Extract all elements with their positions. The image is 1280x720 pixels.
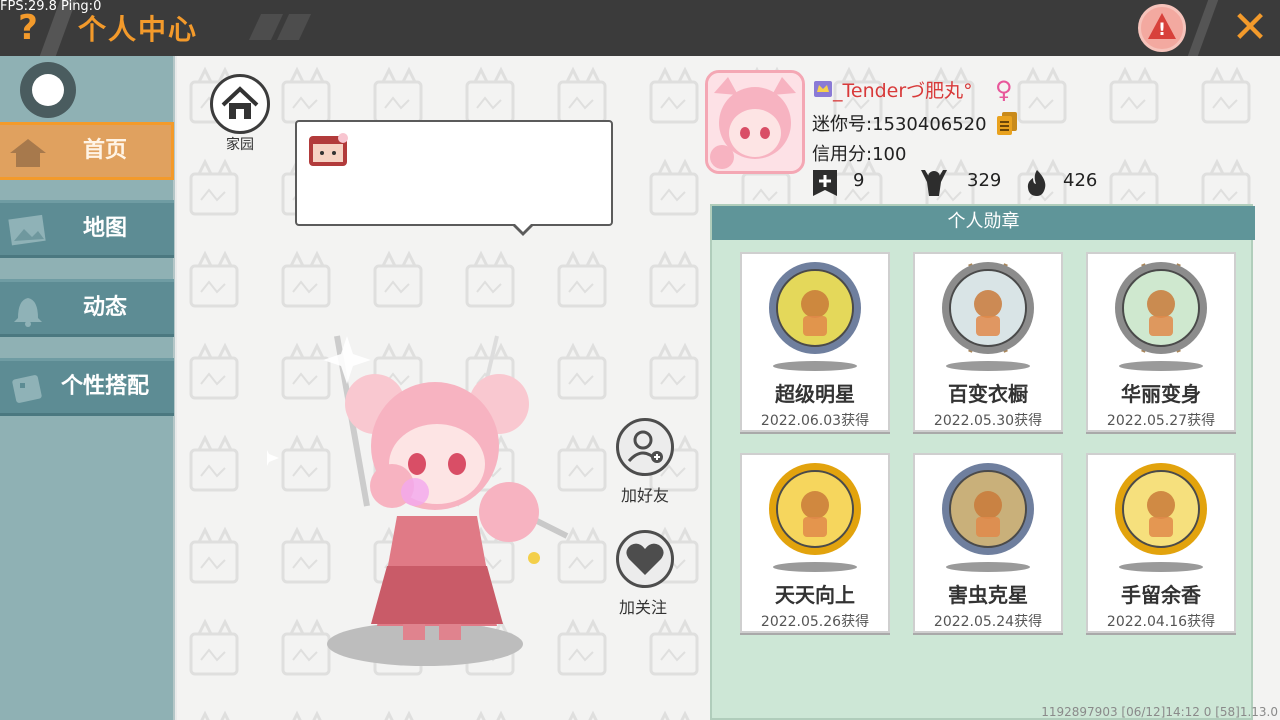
flame-icon	[1027, 170, 1046, 196]
credit-score: 信用分:100	[812, 144, 907, 165]
copy-icon[interactable]	[995, 110, 1019, 136]
add-friend-label: 加好友	[620, 486, 669, 505]
bubble-tail-inner	[514, 223, 532, 232]
medal-date: 2022.04.16获得	[1106, 614, 1216, 630]
female-gender-icon: ♀	[995, 76, 1013, 104]
medal-card[interactable]: 天天向上 2022.05.26获得	[740, 453, 890, 633]
medal-date: 2022.05.27获得	[1106, 413, 1216, 429]
medal-name: 手留余香	[1121, 583, 1201, 607]
close-divider	[1187, 0, 1219, 56]
profile-avatar[interactable]	[705, 70, 805, 174]
sidebar-item-label: 动态	[82, 295, 127, 320]
character-avatar	[267, 335, 569, 666]
sidebar-item-style[interactable]: 个性搭配	[0, 358, 174, 416]
home-label: 家园	[226, 137, 254, 153]
home-button[interactable]	[210, 74, 270, 134]
mini-avatar-icon	[309, 133, 348, 166]
stat-value: 9	[853, 170, 865, 191]
medal-card[interactable]: 百变衣橱 2022.05.30获得	[913, 252, 1063, 432]
decor-stripe	[276, 14, 312, 40]
sidebar-item-home[interactable]: 首页	[0, 122, 174, 180]
add-person-icon	[627, 430, 663, 463]
report-button[interactable]: !	[1138, 4, 1186, 52]
medal-panel-title: 个人勋章	[712, 206, 1255, 240]
vip-badge-icon	[814, 81, 832, 97]
medal-icon	[1115, 262, 1207, 371]
toggle-dot	[32, 74, 64, 106]
exclamation-mark: !	[1158, 20, 1166, 40]
medal-card[interactable]: 超级明星 2022.06.03获得	[740, 252, 890, 432]
follow-button[interactable]	[616, 530, 674, 588]
medal-date: 2022.06.03获得	[760, 413, 870, 429]
medal-date: 2022.05.24获得	[933, 614, 1043, 630]
fps-readout: FPS:29.8 Ping:0	[0, 0, 102, 14]
plus-bookmark-icon	[813, 170, 837, 196]
sidebar: 首页 地图 动态 个性搭配	[0, 56, 175, 720]
house-icon	[221, 86, 259, 119]
medal-icon	[1115, 463, 1207, 572]
sidebar-item-label: 地图	[82, 216, 127, 241]
medal-date: 2022.05.26获得	[760, 614, 870, 630]
close-button[interactable]: ✕	[1226, 4, 1274, 52]
fans-person-icon	[921, 170, 947, 196]
heart-icon	[626, 543, 664, 575]
sidebar-item-map[interactable]: 地图	[0, 200, 174, 258]
medal-icon	[942, 463, 1034, 572]
medal-name: 害虫克星	[948, 583, 1028, 607]
question-mark-icon[interactable]: ?	[8, 8, 48, 48]
add-friend-button[interactable]	[616, 418, 674, 476]
medal-name: 超级明星	[775, 382, 855, 406]
stat-value: 329	[967, 170, 1002, 191]
sidebar-item-label: 首页	[82, 138, 127, 163]
medal-name: 百变衣橱	[948, 382, 1028, 406]
follow-label: 加关注	[618, 598, 667, 617]
medal-icon	[769, 463, 861, 572]
main-content: 家园 加好友 加关注 _Tenderづ肥丸° ♀ 迷你号:1530406520 …	[177, 56, 1280, 720]
stat-value: 426	[1063, 170, 1098, 191]
mini-id: 迷你号:1530406520	[812, 114, 987, 135]
sidebar-toggle[interactable]	[20, 62, 76, 118]
medal-icon	[942, 262, 1034, 371]
sidebar-item-label: 个性搭配	[60, 374, 149, 399]
top-bar: ? 个人中心 ! ✕	[0, 0, 1280, 56]
footer-version-info: 1192897903 [06/12]14:12 0 [58]1.13.0	[1041, 705, 1278, 719]
medal-name: 天天向上	[775, 583, 855, 607]
avatar-portrait	[708, 73, 802, 171]
medal-date: 2022.05.30获得	[933, 413, 1043, 429]
page-title: 个人中心	[78, 13, 199, 46]
username: _Tenderづ肥丸°	[833, 80, 973, 102]
medal-panel: 个人勋章 超级明星 2022.06.03获得 百变衣橱 2022.05.30获得 华丽变…	[710, 204, 1255, 720]
sidebar-item-feed[interactable]: 动态	[0, 279, 174, 337]
medal-card[interactable]: 华丽变身 2022.05.27获得	[1086, 252, 1236, 432]
medal-card[interactable]: 害虫克星 2022.05.24获得	[913, 453, 1063, 633]
medal-name: 华丽变身	[1121, 382, 1201, 406]
medal-card[interactable]: 手留余香 2022.04.16获得	[1086, 453, 1236, 633]
medal-icon	[769, 262, 861, 371]
